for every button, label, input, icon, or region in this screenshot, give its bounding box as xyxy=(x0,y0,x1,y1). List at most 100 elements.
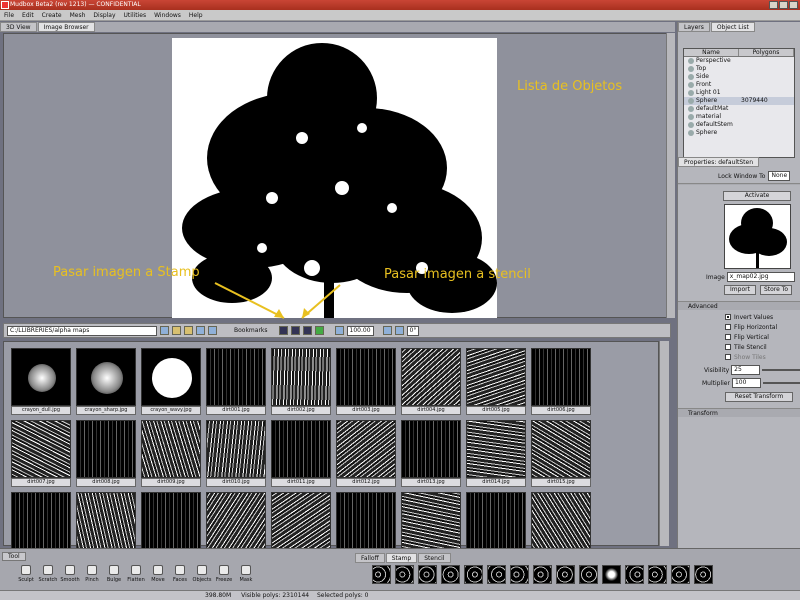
object-row[interactable]: Side xyxy=(684,73,794,81)
green-image-icon[interactable] xyxy=(314,326,324,335)
menu-help[interactable]: Help xyxy=(189,12,203,19)
tab-stencil[interactable]: Stencil xyxy=(418,553,451,563)
stamp-item[interactable] xyxy=(556,565,575,584)
visibility-slider[interactable] xyxy=(762,369,800,371)
thumbnail-item[interactable]: crayon_sharp.jpg xyxy=(76,348,136,416)
checkbox-icon[interactable] xyxy=(725,344,731,350)
thumbnail-item[interactable]: dirt005.jpg xyxy=(466,348,526,416)
thumbnail-item[interactable]: dirt007.jpg xyxy=(11,420,71,488)
thumbnail-item[interactable]: dirt006.jpg xyxy=(531,348,591,416)
object-row[interactable]: Sphere xyxy=(684,129,794,137)
stamp-item[interactable] xyxy=(510,565,529,584)
thumbnail-item[interactable]: dirt001.jpg xyxy=(206,348,266,416)
checkbox-icon[interactable] xyxy=(725,354,731,360)
tab-falloff[interactable]: Falloff xyxy=(355,553,385,563)
stamp-item[interactable] xyxy=(487,565,506,584)
thumbnail-item[interactable]: dirt009.jpg xyxy=(141,420,201,488)
option-checkbox[interactable]: Show Tiles xyxy=(725,352,800,362)
tab-image-browser[interactable]: Image Browser xyxy=(37,22,95,32)
menu-display[interactable]: Display xyxy=(93,12,115,19)
tool-sculpt[interactable]: Sculpt xyxy=(15,565,37,583)
lock-window-select[interactable]: None xyxy=(768,171,791,181)
tool-pinch[interactable]: Pinch xyxy=(81,565,103,583)
thumbnail-item[interactable]: dirt004.jpg xyxy=(401,348,461,416)
forward-arrow-icon[interactable] xyxy=(208,326,217,335)
back-arrow-icon[interactable] xyxy=(196,326,205,335)
visibility-field[interactable]: 25 xyxy=(731,365,761,375)
column-name[interactable]: Name xyxy=(684,49,739,56)
maximize-button[interactable] xyxy=(779,1,788,9)
import-button[interactable]: Import xyxy=(724,285,756,295)
stamp-item[interactable] xyxy=(671,565,690,584)
menu-file[interactable]: File xyxy=(4,12,14,19)
rotation-field[interactable]: 0° xyxy=(406,325,420,336)
checkbox-icon[interactable] xyxy=(725,324,731,330)
thumbnail-item[interactable]: dirt002.jpg xyxy=(271,348,331,416)
menu-create[interactable]: Create xyxy=(42,12,62,19)
folder-up-icon[interactable] xyxy=(184,326,193,335)
thumbnail-item[interactable]: crayon_wavy.jpg xyxy=(141,348,201,416)
path-input[interactable]: C:/LLIBRERIES/alpha maps xyxy=(7,325,157,336)
stamp-item[interactable] xyxy=(625,565,644,584)
transform-section-header[interactable]: Transform xyxy=(678,408,800,417)
tool-objects[interactable]: Objects xyxy=(191,565,213,583)
tool-move[interactable]: Move xyxy=(147,565,169,583)
viewport-scrollbar[interactable] xyxy=(666,33,675,318)
reset-transform-button[interactable]: Reset Transform xyxy=(725,392,793,402)
multiplier-slider[interactable] xyxy=(762,382,800,384)
stamp-item[interactable] xyxy=(579,565,598,584)
object-row[interactable]: Sphere 3079440 xyxy=(684,97,794,105)
rotate-right-icon[interactable] xyxy=(394,326,404,335)
thumbnail-item[interactable]: dirt011.jpg xyxy=(271,420,331,488)
tab-layers[interactable]: Layers xyxy=(678,22,710,32)
close-button[interactable] xyxy=(789,1,798,9)
thumbnail-item[interactable]: dirt003.jpg xyxy=(336,348,396,416)
stamp-item[interactable] xyxy=(602,565,621,584)
tool-freeze[interactable]: Freeze xyxy=(213,565,235,583)
object-row[interactable]: Light 01 xyxy=(684,89,794,97)
folder-open-icon[interactable] xyxy=(172,326,181,335)
stamp-item[interactable] xyxy=(694,565,713,584)
set-stamp-icon[interactable] xyxy=(278,326,288,335)
object-row[interactable]: Front xyxy=(684,81,794,89)
stamp-item[interactable] xyxy=(533,565,552,584)
object-row[interactable]: defaultMat xyxy=(684,105,794,113)
tool-scratch[interactable]: Scratch xyxy=(37,565,59,583)
minimize-button[interactable] xyxy=(769,1,778,9)
stamp-item[interactable] xyxy=(464,565,483,584)
tab-object-list[interactable]: Object List xyxy=(710,22,755,32)
thumbnail-item[interactable]: dirt013.jpg xyxy=(401,420,461,488)
checkbox-icon[interactable] xyxy=(725,334,731,340)
store-to-button[interactable]: Store To xyxy=(760,285,792,295)
menu-mesh[interactable]: Mesh xyxy=(70,12,86,19)
stamp-item[interactable] xyxy=(441,565,460,584)
set-stencil-icon[interactable] xyxy=(290,326,300,335)
tab-properties[interactable]: Properties: defaultSten xyxy=(678,157,760,167)
object-row[interactable]: defaultStem xyxy=(684,121,794,129)
image-view-icon[interactable] xyxy=(302,326,312,335)
stamp-item[interactable] xyxy=(395,565,414,584)
thumbnail-item[interactable]: dirt014.jpg xyxy=(466,420,526,488)
tool-faces[interactable]: Faces xyxy=(169,565,191,583)
tool-bulge[interactable]: Bulge xyxy=(103,565,125,583)
multiplier-field[interactable]: 100 xyxy=(731,378,761,388)
menu-utilities[interactable]: Utilities xyxy=(124,12,147,19)
zoom-field[interactable]: 100.00 xyxy=(346,325,374,336)
thumbnail-item[interactable]: dirt010.jpg xyxy=(206,420,266,488)
grid-scrollbar[interactable] xyxy=(659,341,669,546)
option-checkbox[interactable]: Flip Vertical xyxy=(725,332,800,342)
stamp-item[interactable] xyxy=(372,565,391,584)
checkbox-checked-icon[interactable] xyxy=(725,314,731,320)
object-row[interactable]: Top xyxy=(684,65,794,73)
tool-mask[interactable]: Mask xyxy=(235,565,257,583)
column-polygons[interactable]: Polygons xyxy=(739,49,794,56)
dropdown-icon[interactable] xyxy=(160,326,169,335)
image-field[interactable]: x_map02.jpg xyxy=(726,272,795,282)
option-checkbox[interactable]: Tile Stencil xyxy=(725,342,800,352)
object-row[interactable]: material xyxy=(684,113,794,121)
tool-smooth[interactable]: Smooth xyxy=(59,565,81,583)
thumbnail-item[interactable]: dirt008.jpg xyxy=(76,420,136,488)
advanced-section-header[interactable]: Advanced xyxy=(678,301,800,310)
menu-windows[interactable]: Windows xyxy=(154,12,181,19)
object-row[interactable]: Perspective xyxy=(684,57,794,65)
